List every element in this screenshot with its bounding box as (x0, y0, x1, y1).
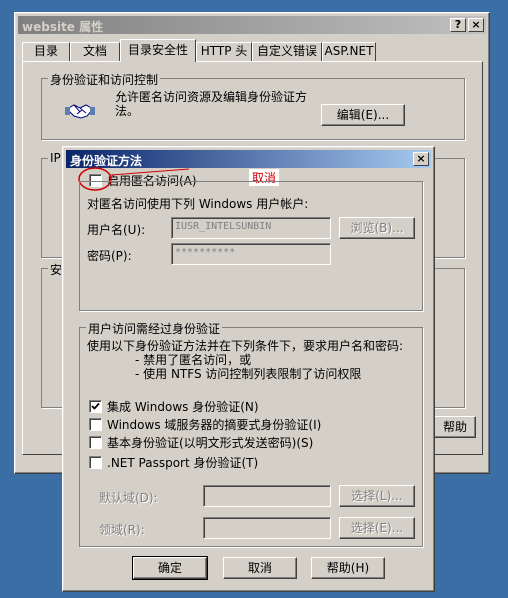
password-field[interactable]: ********** (171, 243, 331, 265)
checkmark-icon (91, 402, 100, 410)
dialog-close-button[interactable]: × (413, 152, 429, 166)
default-domain-select-button[interactable]: 选择(L)... (339, 485, 415, 507)
integrated-windows-auth-checkbox[interactable] (89, 400, 102, 413)
auth-description: 允许匿名访问资源及编辑身份验证方法。 (115, 90, 308, 118)
realm-select-button[interactable]: 选择(E)... (339, 517, 415, 539)
auth-condition-ntfs: - 使用 NTFS 访问控制列表限制了访问权限 (135, 367, 362, 381)
tab-directory-security[interactable]: 目录安全性 (120, 39, 196, 62)
realm-field[interactable] (203, 517, 331, 539)
basic-auth-label: 基本身份验证(以明文形式发送密码)(S) (107, 436, 314, 450)
tab-custom-errors[interactable]: 自定义错误 (252, 42, 322, 61)
auth-access-group-label: 身份验证和访问控制 (48, 71, 161, 88)
realm-label: 领域(R): (99, 523, 145, 537)
properties-title: website 属性 (22, 20, 104, 34)
help-button[interactable]: 帮助(H) (311, 557, 385, 579)
password-label: 密码(P): (87, 249, 132, 263)
auth-methods-dialog: 身份验证方法 × 启用匿名访问(A) 取消 对匿名访问使用下列 Windows … (62, 146, 435, 592)
tab-aspnet[interactable]: ASP.NET (322, 42, 376, 61)
edit-button[interactable]: 编辑(E)... (321, 104, 405, 126)
integrated-windows-auth-label: 集成 Windows 身份验证(N) (107, 400, 259, 414)
username-label: 用户名(U): (87, 223, 146, 237)
close-title-button[interactable]: × (468, 18, 484, 32)
cancel-button[interactable]: 取消 (223, 557, 297, 579)
properties-titlebar[interactable]: website 属性 ? × (18, 16, 486, 34)
tab-directory[interactable]: 目录 (22, 42, 70, 61)
passport-auth-label: .NET Passport 身份验证(T) (107, 456, 259, 470)
digest-auth-label: Windows 域服务器的摘要式身份验证(I) (107, 418, 322, 432)
authenticated-access-group-label: 用户访问需经过身份验证 (86, 320, 223, 337)
handshake-icon (65, 95, 95, 123)
default-domain-label: 默认域(D): (99, 491, 158, 505)
ok-button[interactable]: 确定 (132, 556, 208, 580)
browse-button[interactable]: 浏览(B)... (339, 217, 415, 239)
tab-documents[interactable]: 文档 (70, 42, 120, 61)
ip-group-label: IP (48, 151, 63, 165)
help-title-button[interactable]: ? (450, 18, 466, 32)
default-domain-field[interactable] (203, 485, 331, 507)
passport-auth-checkbox[interactable] (89, 456, 102, 469)
properties-help-label: 帮助 (442, 420, 467, 434)
username-field[interactable]: IUSR_INTELSUNBIN (171, 217, 331, 239)
basic-auth-checkbox[interactable] (89, 436, 102, 449)
digest-auth-checkbox[interactable] (89, 418, 102, 431)
tab-http-headers[interactable]: HTTP 头 (196, 42, 252, 61)
anonymous-account-description: 对匿名访问使用下列 Windows 用户帐户: (87, 197, 309, 211)
